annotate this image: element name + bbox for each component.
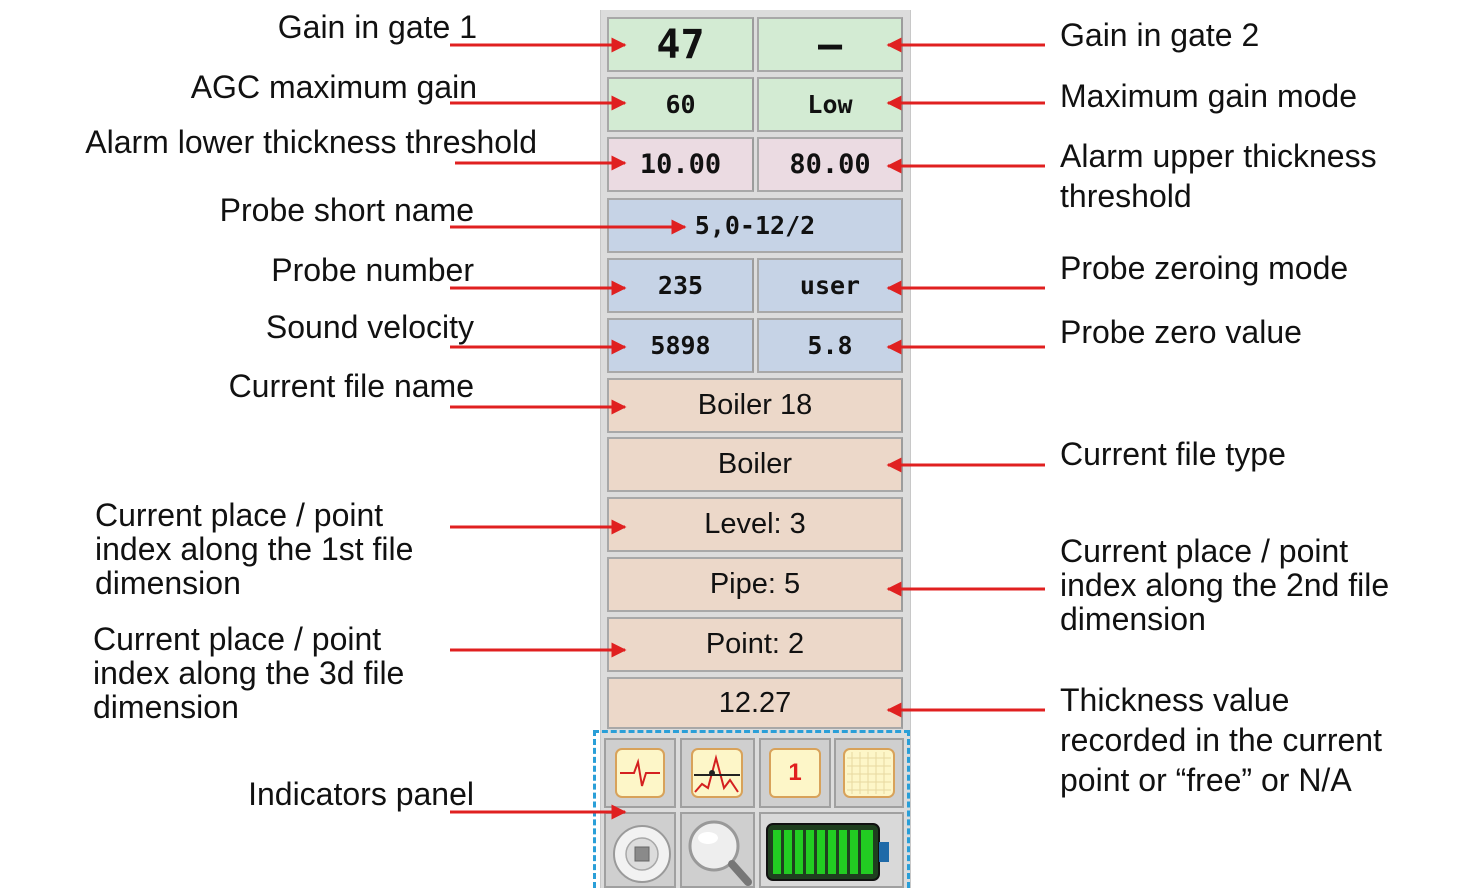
annotation-arrows [450,37,1045,820]
